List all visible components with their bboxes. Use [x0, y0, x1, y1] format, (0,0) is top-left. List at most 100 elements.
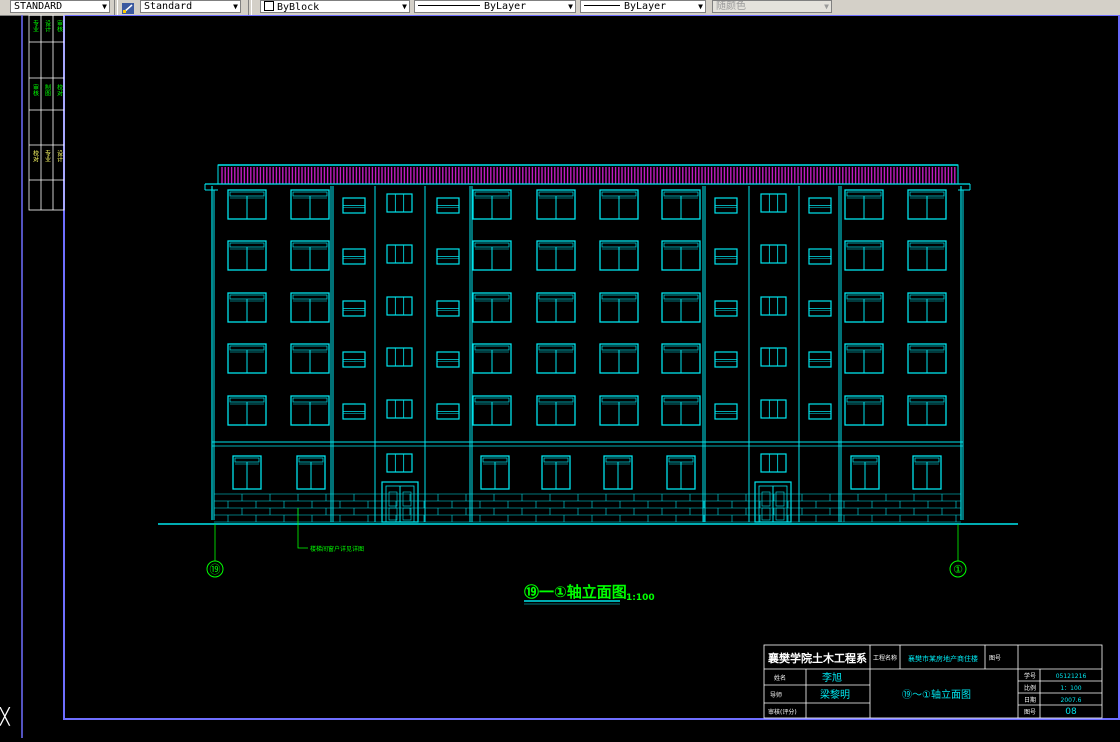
leader-line — [297, 508, 308, 549]
window-transom — [909, 397, 945, 403]
properties-toolbar: STANDARD ▼ Standard ▼ ByBlock ▼ ByLayer … — [0, 0, 1120, 16]
stair-window-frame — [386, 347, 413, 367]
toolbar-separator — [114, 0, 118, 15]
stair-window-frame — [760, 453, 787, 473]
info-value: 05121216 — [1056, 673, 1087, 680]
stair-window-frame — [386, 296, 413, 316]
revision-label: 设计 — [44, 19, 51, 33]
drawing-canvas[interactable]: 专业 审核 校对 设计 制图 专业 审核 校对 设计 ⑲ ① 楼梯间窗户详见详图 ⑲一①轴立面图… — [0, 14, 1120, 738]
chevron-down-icon: ▼ — [102, 2, 107, 11]
window-transom — [229, 294, 265, 300]
window-transom — [474, 242, 510, 248]
window-transom — [474, 345, 510, 351]
lineweight-select[interactable]: ByLayer ▼ — [580, 0, 706, 13]
drawing-title-scale: 1:100 — [626, 593, 655, 603]
chevron-down-icon: ▼ — [402, 2, 407, 11]
info-value: 08 — [1065, 707, 1077, 717]
linetype-value: ByLayer — [484, 1, 527, 12]
info-label: 比例 — [1024, 684, 1036, 692]
dimension-style-icon[interactable] — [121, 0, 135, 14]
window-transom — [663, 242, 699, 248]
door-panel — [775, 507, 785, 521]
color-swatch-icon — [264, 1, 274, 11]
chevron-down-icon: ▼ — [568, 2, 573, 11]
info-label: 图号 — [1024, 709, 1036, 716]
advisor-label: 导师 — [770, 691, 782, 699]
window-transom — [846, 191, 882, 197]
author-label: 姓名 — [774, 674, 786, 682]
window-transom — [914, 457, 940, 463]
window-transom — [909, 242, 945, 248]
advisor-name: 梁黎明 — [820, 688, 850, 701]
window-transom — [292, 242, 328, 248]
stair-window-frame — [760, 347, 787, 367]
window-transom — [229, 191, 265, 197]
window-transom — [234, 457, 260, 463]
color-select[interactable]: ByBlock ▼ — [260, 0, 410, 13]
revision-label: 制图 — [44, 83, 51, 97]
window-transom — [668, 457, 694, 463]
review-label: 审核(评分) — [768, 708, 797, 716]
window-transom — [909, 345, 945, 351]
project-label: 工程名称 — [873, 654, 897, 662]
info-label: 日期 — [1024, 696, 1036, 704]
window-transom — [292, 191, 328, 197]
stair-window-frame — [760, 296, 787, 316]
window-transom — [538, 397, 574, 403]
sheet-label: 图号 — [989, 655, 1001, 662]
window-transom — [538, 345, 574, 351]
stair-window-frame — [386, 244, 413, 264]
window-transom — [663, 294, 699, 300]
revision-label: 设计 — [56, 149, 63, 163]
window-transom — [846, 294, 882, 300]
text-style-value: STANDARD — [14, 1, 63, 12]
window-transom — [229, 242, 265, 248]
window-transom — [474, 397, 510, 403]
info-value: 1：100 — [1060, 685, 1081, 692]
stair-window-frame — [386, 453, 413, 473]
window-transom — [663, 345, 699, 351]
window-transom — [474, 294, 510, 300]
window-transom — [605, 457, 631, 463]
lineweight-sample-icon — [584, 5, 620, 6]
window-transom — [601, 242, 637, 248]
chevron-down-icon: ▼ — [698, 2, 703, 11]
sheet-info-cells: 学号 05121216 比例 1：100 日期 2007.6 图号 08 — [1024, 672, 1086, 717]
building-elevation — [204, 164, 971, 523]
dim-style-value: Standard — [144, 1, 193, 12]
drawing-title: ⑲一①轴立面图 — [524, 583, 627, 601]
door-panel — [761, 507, 771, 521]
text-style-select[interactable]: STANDARD ▼ — [10, 0, 110, 13]
dim-style-select[interactable]: Standard ▼ — [140, 0, 241, 13]
ucs-cursor-icon: ╳ — [0, 707, 11, 726]
plot-style-select: 随颜色 ▼ — [712, 0, 832, 13]
lineweight-value: ByLayer — [624, 1, 667, 12]
window-transom — [846, 345, 882, 351]
window-transom — [229, 345, 265, 351]
revision-label: 专业 — [44, 149, 51, 162]
linetype-select[interactable]: ByLayer ▼ — [414, 0, 576, 13]
window-transom — [601, 294, 637, 300]
stair-window-frame — [386, 193, 413, 213]
linetype-sample-icon — [418, 5, 480, 6]
revision-label: 校对 — [32, 149, 39, 162]
revision-label: 审核 — [56, 19, 63, 33]
window-transom — [663, 191, 699, 197]
roof-outline — [217, 164, 959, 185]
revision-label: 专业 — [32, 19, 39, 32]
window-transom — [538, 242, 574, 248]
info-value: 2007.6 — [1061, 697, 1082, 704]
window-transom — [482, 457, 508, 463]
window-transom — [538, 191, 574, 197]
toolbar-separator — [248, 0, 252, 15]
axis-label-right: ① — [953, 563, 963, 576]
info-label: 学号 — [1024, 672, 1036, 680]
revision-column — [28, 14, 65, 211]
window-transom — [852, 457, 878, 463]
title-block-text: 襄樊学院土木工程系 工程名称 襄樊市某房地产商住楼 图号 姓名 李旭 导师 梁黎… — [767, 651, 1086, 717]
stair-window-frame — [760, 193, 787, 213]
revision-column-labels: 专业审核校对设计制图专业审核校对设计 — [32, 19, 63, 163]
project-name: 襄樊市某房地产商住楼 — [908, 654, 978, 663]
axis-label-left: ⑲ — [210, 563, 221, 576]
window-transom — [298, 457, 324, 463]
